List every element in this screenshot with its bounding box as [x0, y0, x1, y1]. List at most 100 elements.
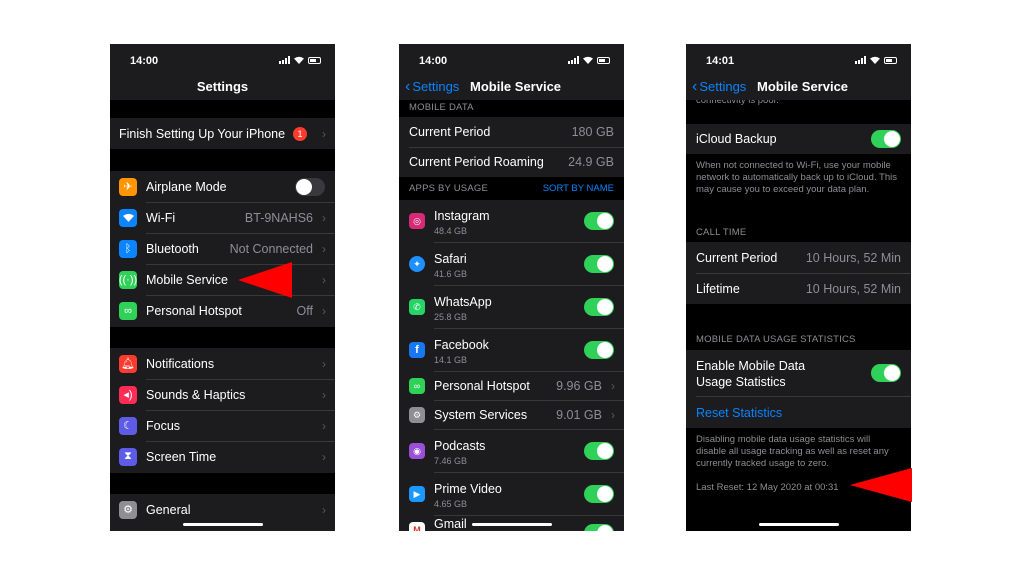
- section-header: APPS BY USAGE: [409, 183, 488, 194]
- chevron-right-icon: ›: [322, 210, 326, 225]
- chevron-right-icon: ›: [322, 303, 326, 318]
- hotspot-icon: ∞: [409, 378, 425, 394]
- signal-icon: [855, 56, 866, 64]
- enable-statistics-row: Enable Mobile Data Usage Statistics: [686, 350, 911, 396]
- mobile-service-screen: 14:00 ‹ Settings Mobile Service MOBILE D…: [399, 44, 624, 531]
- bluetooth-icon: ᛒ: [119, 239, 137, 258]
- hotspot-icon: ∞: [119, 301, 137, 320]
- focus-label: Focus: [146, 418, 181, 433]
- signal-icon: [568, 56, 579, 64]
- nav-bar: ‹ Settings Mobile Service: [686, 78, 911, 100]
- current-period-row: Current Period 180 GB: [399, 117, 624, 147]
- app-usage-value: 9.96 GB: [556, 379, 602, 393]
- general-row[interactable]: ⚙ General ›: [110, 494, 335, 525]
- podcasts-toggle[interactable]: [584, 442, 614, 460]
- focus-row[interactable]: ☾ Focus ›: [110, 410, 335, 441]
- section-header: MOBILE DATA: [409, 102, 474, 113]
- mobile-service-label: Mobile Service: [146, 272, 228, 287]
- instagram-icon: ◎: [409, 213, 425, 229]
- chevron-right-icon: ›: [322, 126, 326, 141]
- chevron-right-icon: ›: [322, 241, 326, 256]
- chevron-right-icon: ›: [611, 408, 615, 422]
- app-row-personal-hotspot[interactable]: ∞ Personal Hotspot 9.96 GB ›: [399, 372, 624, 400]
- speaker-icon: ◂): [119, 385, 137, 404]
- back-button[interactable]: ‹ Settings: [405, 78, 460, 95]
- general-label: General: [146, 502, 191, 517]
- whatsapp-icon: ✆: [409, 299, 425, 315]
- status-time: 14:00: [419, 55, 448, 67]
- bluetooth-value: Not Connected: [229, 241, 313, 256]
- chevron-left-icon: ‹: [405, 78, 411, 95]
- status-time: 14:01: [706, 55, 735, 67]
- home-indicator[interactable]: [758, 523, 839, 526]
- personal-hotspot-row[interactable]: ∞ Personal Hotspot Off ›: [110, 295, 335, 326]
- antenna-icon: ((·)): [119, 270, 137, 289]
- gmail-toggle[interactable]: [584, 524, 614, 531]
- page-title: Settings: [196, 79, 249, 94]
- enable-statistics-label-line2: Usage Statistics: [696, 375, 786, 389]
- app-name: System Services: [434, 408, 528, 422]
- gear-icon: ⚙: [119, 500, 137, 519]
- section-header: CALL TIME: [696, 227, 747, 238]
- personal-hotspot-value: Off: [296, 303, 313, 318]
- app-row-system-services[interactable]: ⚙ System Services 9.01 GB ›: [399, 401, 624, 429]
- instagram-toggle[interactable]: [584, 212, 614, 230]
- airplane-icon: ✈: [119, 177, 137, 196]
- wifi-status-icon: [870, 56, 880, 64]
- home-indicator[interactable]: [471, 523, 552, 526]
- back-button[interactable]: ‹ Settings: [692, 79, 746, 95]
- bluetooth-row[interactable]: ᛒ Bluetooth Not Connected ›: [110, 233, 335, 264]
- prime-video-icon: ▶: [409, 486, 425, 502]
- chevron-right-icon: ›: [611, 379, 615, 393]
- icloud-backup-toggle[interactable]: [871, 130, 901, 148]
- app-usage: 25.8 GB: [434, 312, 468, 322]
- notifications-row[interactable]: 🔔︎ Notifications ›: [110, 348, 335, 379]
- app-name: Prime Video: [434, 482, 502, 496]
- chevron-right-icon: ›: [322, 356, 326, 371]
- connectivity-group: ✈ Airplane Mode Wi-Fi BT-9NAHS6 › ᛒ Blue…: [110, 171, 335, 327]
- airplane-mode-label: Airplane Mode: [146, 179, 227, 194]
- call-time-group: Current Period 10 Hours, 52 Min Lifetime…: [686, 242, 911, 304]
- reset-statistics-button[interactable]: Reset Statistics: [696, 406, 782, 420]
- finish-setup-label: Finish Setting Up Your iPhone: [119, 126, 286, 141]
- app-usage-value: 9.01 GB: [556, 408, 602, 422]
- bell-icon: 🔔︎: [119, 354, 137, 373]
- facebook-toggle[interactable]: [584, 341, 614, 359]
- icloud-backup-label: iCloud Backup: [696, 132, 777, 146]
- app-usage: 41.6 GB: [434, 269, 468, 279]
- icloud-backup-row: iCloud Backup: [686, 124, 911, 154]
- wifi-row[interactable]: Wi-Fi BT-9NAHS6 ›: [110, 202, 335, 233]
- disable-statistics-note: Disabling mobile data usage statistics w…: [696, 434, 889, 469]
- usage-statistics-group: Enable Mobile Data Usage Statistics Rese…: [686, 350, 911, 428]
- mobile-service-row[interactable]: ((·)) Mobile Service ›: [110, 264, 335, 295]
- wifi-status-icon: [583, 56, 593, 64]
- red-arrow-annotation: [238, 262, 292, 298]
- signal-icon: [279, 56, 290, 64]
- current-period-value: 180 GB: [571, 125, 614, 139]
- page-title: Mobile Service: [757, 79, 849, 94]
- enable-statistics-toggle[interactable]: [871, 364, 901, 382]
- podcasts-icon: ◉: [409, 443, 425, 459]
- screen-time-row[interactable]: ⧗ Screen Time ›: [110, 441, 335, 472]
- airplane-mode-row[interactable]: ✈ Airplane Mode: [110, 171, 335, 202]
- airplane-mode-toggle[interactable]: [295, 177, 325, 196]
- whatsapp-toggle[interactable]: [584, 298, 614, 316]
- safari-icon: ✦: [409, 256, 425, 272]
- app-row-prime-video: ▶ Prime Video 4.65 GB: [399, 473, 624, 515]
- sort-by-name-button[interactable]: SORT BY NAME: [543, 183, 614, 194]
- screen-time-label: Screen Time: [146, 449, 217, 464]
- reset-statistics-row[interactable]: Reset Statistics: [686, 397, 911, 428]
- call-current-period-value: 10 Hours, 52 Min: [805, 250, 901, 265]
- settings-screen: 14:00 Settings Finish Setting Up Your iP…: [110, 44, 335, 531]
- chevron-right-icon: ›: [322, 502, 326, 517]
- back-label: Settings: [412, 79, 460, 94]
- sounds-haptics-row[interactable]: ◂) Sounds & Haptics ›: [110, 379, 335, 410]
- status-bar: 14:01: [686, 44, 911, 78]
- personal-hotspot-label: Personal Hotspot: [146, 303, 242, 318]
- home-indicator[interactable]: [182, 523, 263, 526]
- prime-video-toggle[interactable]: [584, 485, 614, 503]
- app-row-instagram: ◎ Instagram 48.4 GB: [399, 200, 624, 242]
- finish-setup-row[interactable]: Finish Setting Up Your iPhone 1 ›: [110, 118, 335, 149]
- safari-toggle[interactable]: [584, 255, 614, 273]
- app-name: Personal Hotspot: [434, 379, 530, 393]
